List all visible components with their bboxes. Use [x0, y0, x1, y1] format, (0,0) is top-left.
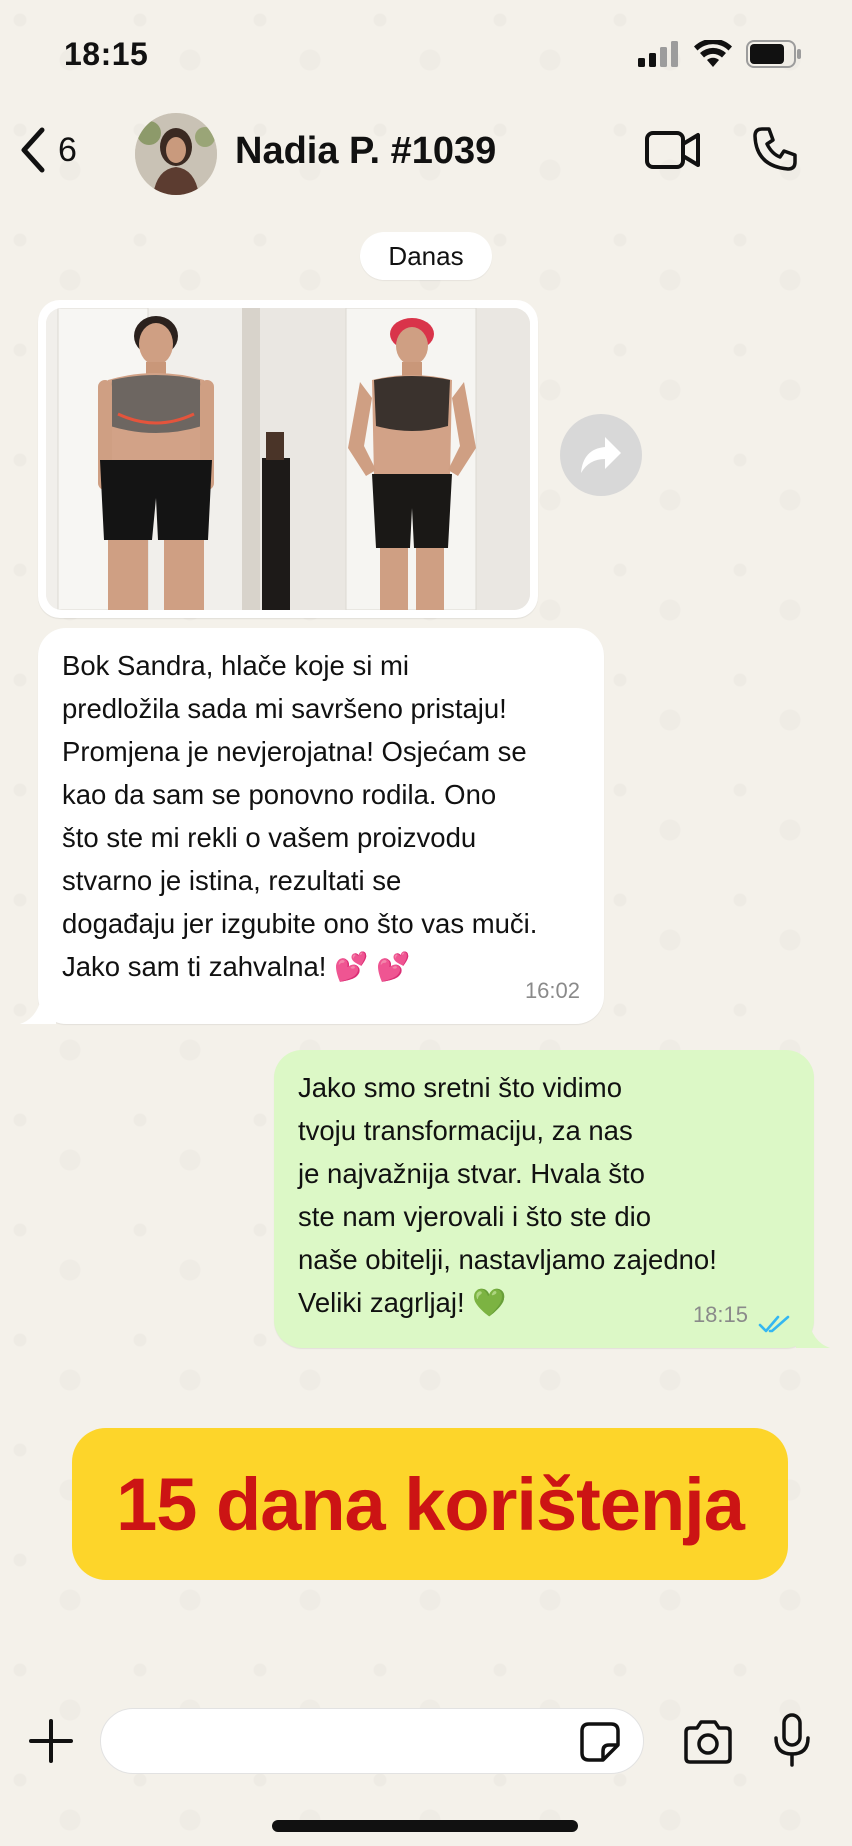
message-line: ste nam vjerovali i što ste dio: [298, 1201, 652, 1232]
message-text: Jako smo sretni što vidimo tvoju transfo…: [298, 1066, 798, 1324]
microphone-icon: [774, 1713, 810, 1767]
camera-button[interactable]: [682, 1720, 734, 1769]
message-line: Jako smo sretni što vidimo: [298, 1072, 622, 1103]
message-line: događaju jer izgubite ono što vas muči.: [62, 908, 538, 939]
plus-icon: [29, 1719, 73, 1763]
contact-name[interactable]: Nadia P. #1039: [235, 130, 496, 173]
attach-button[interactable]: [28, 1718, 74, 1769]
message-line: Promjena je nevjerojatna! Osjećam se: [62, 736, 527, 767]
message-time: 18:15: [692, 1302, 748, 1327]
status-bar: 18:15: [0, 0, 852, 110]
back-button[interactable]: 6: [18, 126, 77, 174]
message-line: je najvažnija stvar. Hvala što: [298, 1158, 645, 1189]
sticker-button[interactable]: [579, 1721, 621, 1768]
wifi-icon: [694, 40, 732, 67]
message-line: tvoju transformaciju, za nas: [298, 1115, 633, 1146]
signal-icon: [638, 41, 678, 67]
bubble-tail: [20, 994, 56, 1024]
message-line: Jako sam ti zahvalna! 💕 💕: [62, 951, 411, 982]
forward-button[interactable]: [560, 414, 642, 496]
chat-header: 6 Nadia P. #1039: [0, 108, 852, 208]
promo-banner: 15 dana korištenja: [72, 1428, 788, 1580]
message-line: naše obitelji, nastavljamo zajedno!: [298, 1244, 717, 1275]
avatar[interactable]: [135, 113, 217, 195]
before-after-photo-image: [46, 308, 530, 610]
status-time: 18:15: [64, 36, 149, 72]
camera-icon: [684, 1720, 732, 1764]
bubble-tail: [796, 1318, 830, 1348]
image-message[interactable]: [38, 300, 538, 618]
message-line: stvarno je istina, rezultati se: [62, 865, 402, 896]
date-divider-label: Danas: [388, 240, 464, 271]
before-after-photo: [46, 308, 530, 610]
battery-icon: [746, 40, 801, 68]
message-input[interactable]: [100, 1708, 644, 1774]
home-indicator[interactable]: [272, 1820, 578, 1832]
status-icons: [638, 40, 802, 68]
voice-call-button[interactable]: [752, 126, 798, 177]
date-divider: Danas: [360, 232, 492, 280]
phone-icon: [753, 127, 797, 171]
video-call-button[interactable]: [644, 128, 702, 177]
video-camera-icon: [645, 131, 700, 169]
sticker-icon: [580, 1722, 620, 1762]
message-line: Bok Sandra, hlače koje si mi: [62, 650, 409, 681]
message-line: predložila sada mi savršeno pristaju!: [62, 693, 507, 724]
promo-text: 15 dana korištenja: [116, 1462, 745, 1546]
forward-icon: [581, 437, 621, 473]
message-line: kao da sam se ponovno rodila. Ono: [62, 779, 497, 810]
avatar-image: [135, 113, 217, 195]
chevron-left-icon: [21, 127, 45, 173]
outgoing-message[interactable]: Jako smo sretni što vidimo tvoju transfo…: [274, 1050, 830, 1348]
incoming-message[interactable]: Bok Sandra, hlače koje si mi predložila …: [20, 628, 604, 1024]
read-receipt-icon: [758, 1315, 790, 1333]
microphone-button[interactable]: [772, 1712, 812, 1773]
message-line: što ste mi rekli o vašem proizvodu: [62, 822, 477, 853]
message-time: 16:02: [524, 978, 580, 1003]
unread-count: 6: [58, 130, 77, 169]
message-text: Bok Sandra, hlače koje si mi predložila …: [62, 644, 602, 988]
